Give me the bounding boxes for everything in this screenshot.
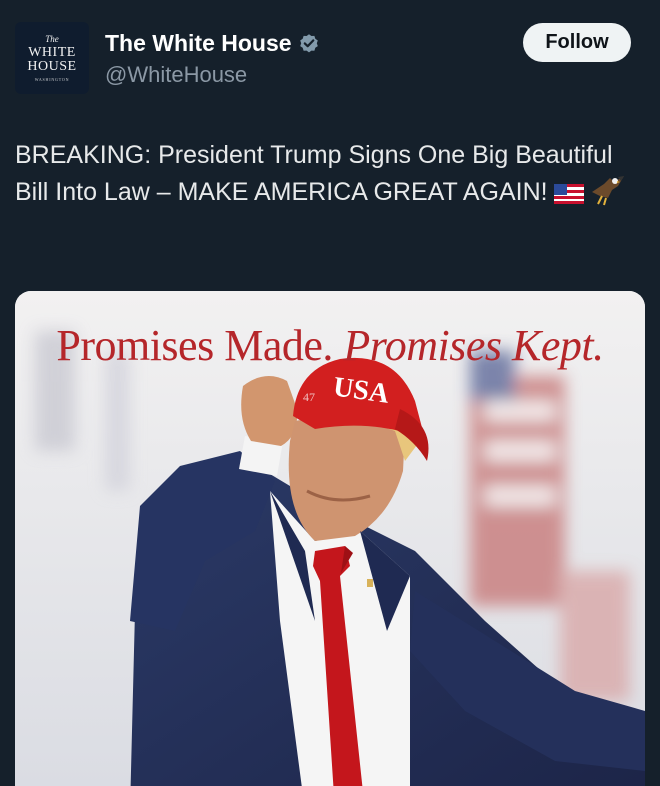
headline-promises-kept: Promises Kept. [343, 321, 604, 370]
follow-button[interactable]: Follow [523, 23, 631, 62]
account-avatar[interactable]: The WHITE HOUSE WASHINGTON [15, 22, 89, 94]
account-display-name[interactable]: The White House [105, 30, 320, 57]
display-name-text: The White House [105, 30, 292, 56]
hat-number: 47 [303, 390, 315, 404]
avatar-small-text: The [45, 33, 59, 44]
avatar-line2: HOUSE [27, 58, 77, 74]
tweet-body: BREAKING: President Trump Signs One Big … [15, 141, 613, 206]
tweet-media-image[interactable]: USA 47 Promises Made. Promises Kept. [15, 291, 645, 786]
avatar-line1: WHITE [28, 44, 76, 60]
account-handle[interactable]: @WhiteHouse [105, 62, 247, 88]
image-headline: Promises Made. Promises Kept. [15, 320, 645, 371]
eagle-emoji-icon [590, 174, 626, 217]
headline-promises-made: Promises Made. [56, 321, 333, 370]
avatar-sub-text: WASHINGTON [34, 76, 70, 82]
us-flag-emoji-icon [553, 180, 584, 217]
tweet-text: BREAKING: President Trump Signs One Big … [15, 137, 645, 217]
verified-badge-icon [298, 33, 320, 55]
